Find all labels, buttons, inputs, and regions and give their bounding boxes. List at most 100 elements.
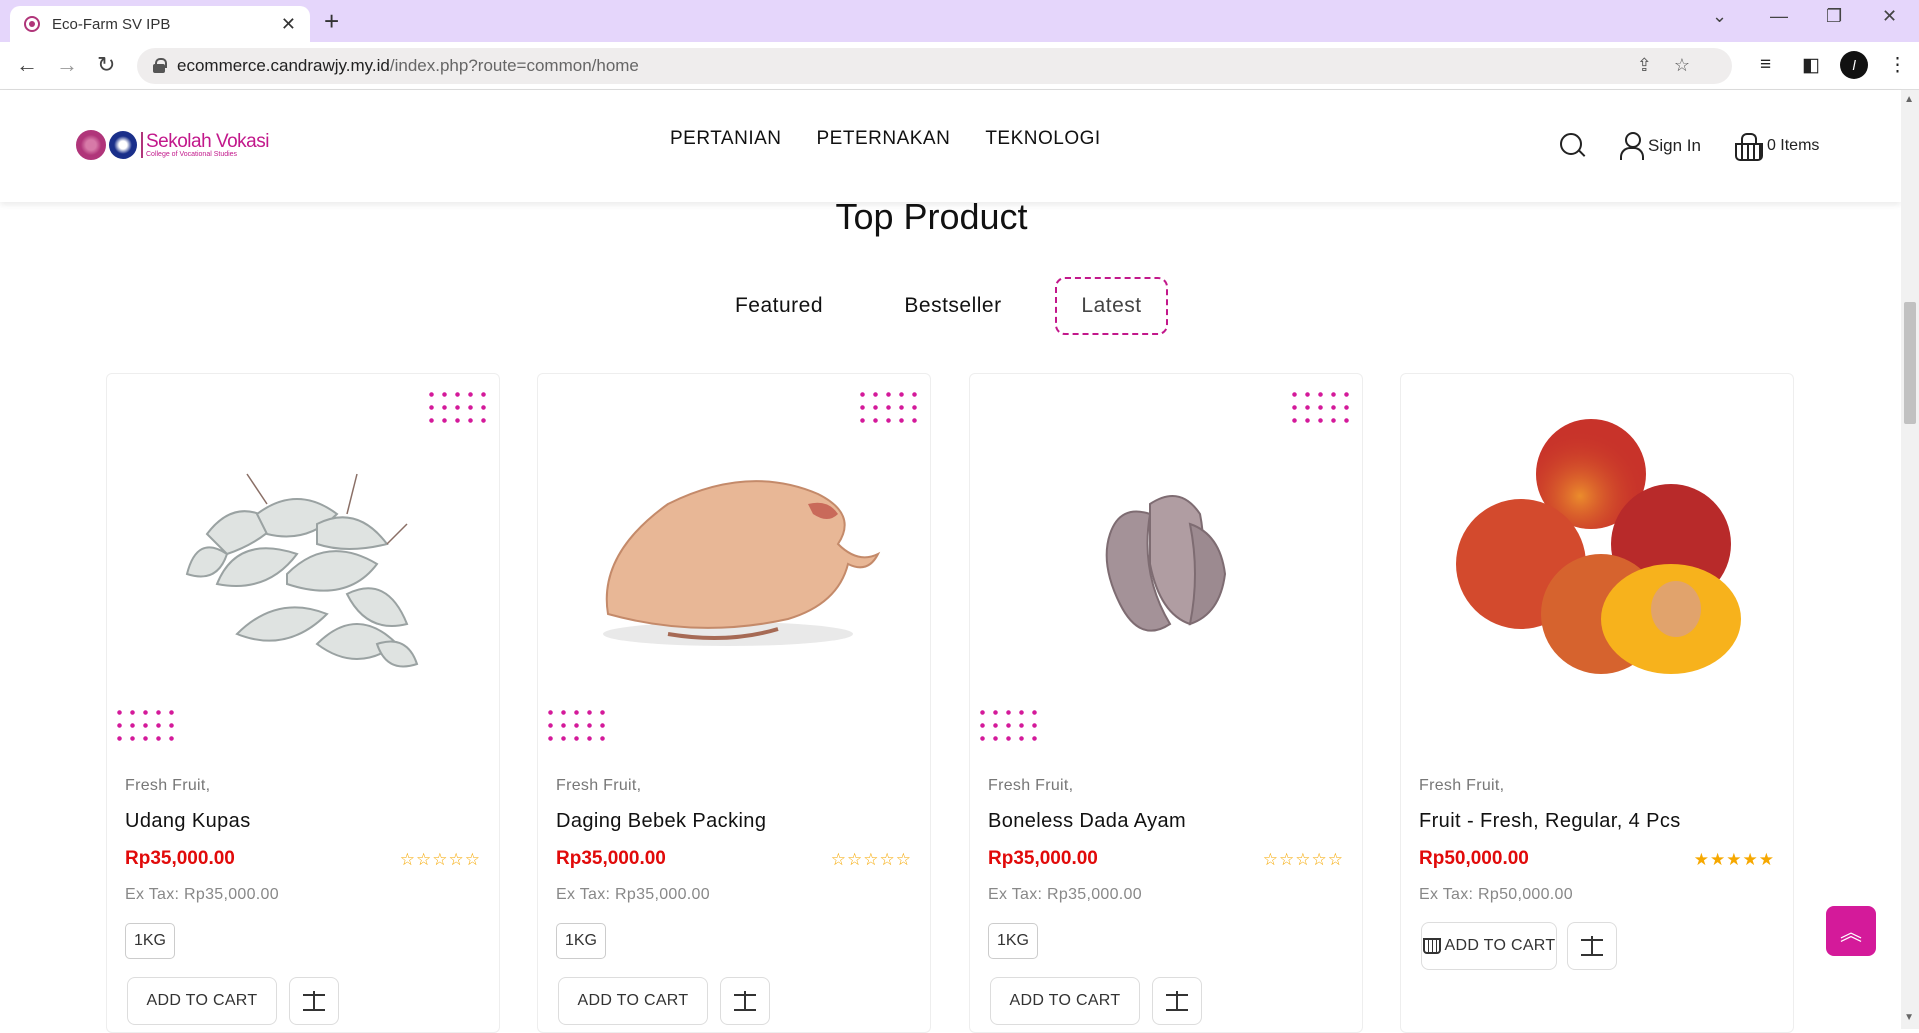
tab-search-icon[interactable]: ⌄ [1712,6,1727,27]
reload-icon[interactable]: ↻ [97,52,115,78]
product-ex-tax: Ex Tax: Rp35,000.00 [125,886,279,903]
product-card[interactable]: Fresh Fruit, Daging Bebek Packing Rp35,0… [537,373,931,1033]
option-1kg[interactable]: 1KG [988,923,1038,959]
product-name[interactable]: Daging Bebek Packing [556,810,766,833]
side-panel-icon[interactable]: ◧ [1802,54,1820,77]
nav-item-teknologi[interactable]: TEKNOLOGI [985,128,1100,150]
rating-stars-icon: ☆☆☆☆☆ [1262,850,1344,869]
product-image-peaches[interactable] [1441,394,1751,694]
decorative-dots [856,388,922,428]
compare-button[interactable] [1152,977,1202,1025]
product-category[interactable]: Fresh Fruit, [1419,777,1504,795]
profile-avatar[interactable]: l [1840,51,1868,79]
user-icon[interactable] [1620,132,1644,160]
forward-icon[interactable]: → [56,52,78,78]
product-category[interactable]: Fresh Fruit, [556,777,641,795]
url-host: ecommerce.candrawjy.my.id [177,56,390,75]
scale-icon [734,991,756,1011]
product-ex-tax: Ex Tax: Rp35,000.00 [988,886,1142,903]
product-card[interactable]: Fresh Fruit, Udang Kupas Rp35,000.00 ☆☆☆… [106,373,500,1033]
nav-item-peternakan[interactable]: PETERNAKAN [817,128,951,150]
add-to-cart-label: ADD TO CART [1444,937,1556,954]
product-price: Rp35,000.00 [556,848,666,869]
restore-button[interactable]: ❐ [1826,6,1842,27]
add-to-cart-button[interactable]: ADD TO CART [1421,922,1557,970]
option-1kg[interactable]: 1KG [556,923,606,959]
page-scrollbar[interactable]: ▲ ▼ [1901,90,1919,1029]
logo-name: Sekolah Vokasi [146,131,269,152]
tab-featured[interactable]: Featured [718,277,840,335]
product-card[interactable]: Fresh Fruit, Fruit - Fresh, Regular, 4 P… [1400,373,1794,1033]
share-and-bookmark-icons[interactable]: ⇪☆ [1637,55,1712,76]
lock-icon[interactable] [153,58,167,73]
add-to-cart-button[interactable]: ADD TO CART [558,977,708,1025]
product-tabs: Featured Bestseller Latest [0,277,1901,337]
back-to-top-button[interactable]: ︽ [1826,906,1876,956]
product-ex-tax: Ex Tax: Rp35,000.00 [556,886,710,903]
decorative-dots [1288,388,1354,428]
logo-text: Sekolah Vokasi College of Vocational Stu… [141,132,269,158]
scale-icon [1581,936,1603,956]
add-to-cart-button[interactable]: ADD TO CART [127,977,277,1025]
browser-tab[interactable]: Eco-Farm SV IPB ✕ [10,6,310,42]
product-category[interactable]: Fresh Fruit, [125,777,210,795]
tab-latest[interactable]: Latest [1055,277,1168,335]
product-image-chicken-breast[interactable] [1010,444,1320,684]
scale-icon [303,991,325,1011]
scroll-down-icon[interactable]: ▼ [1904,1012,1914,1023]
tab-close-button[interactable]: ✕ [281,14,296,35]
basket-icon [1422,938,1441,954]
decorative-dots [976,706,1042,746]
favicon-icon [24,16,40,32]
browser-toolbar: ← → ↻ ecommerce.candrawjy.my.id/index.ph… [0,42,1919,90]
compare-button[interactable] [1567,922,1617,970]
add-to-cart-button[interactable]: ADD TO CART [990,977,1140,1025]
back-icon[interactable]: ← [16,52,38,78]
cart-count[interactable]: 0 Items [1767,137,1819,155]
sv-seal-icon [109,131,137,159]
site-logo[interactable]: Sekolah Vokasi College of Vocational Stu… [76,130,269,160]
browser-tabbar: Eco-Farm SV IPB ✕ + ⌄ — ❐ ✕ [0,0,1919,42]
section-title: Top Product [0,196,1901,238]
option-1kg[interactable]: 1KG [125,923,175,959]
compare-button[interactable] [720,977,770,1025]
scroll-up-icon[interactable]: ▲ [1904,94,1914,105]
logo-sub: College of Vocational Studies [146,151,238,158]
tab-title: Eco-Farm SV IPB [52,15,171,33]
ipb-seal-icon [76,130,106,160]
nav-item-pertanian[interactable]: PERTANIAN [670,128,782,150]
new-tab-button[interactable]: + [324,6,339,36]
product-price: Rp35,000.00 [988,848,1098,869]
sign-in-link[interactable]: Sign In [1648,136,1701,156]
address-bar[interactable]: ecommerce.candrawjy.my.id/index.php?rout… [137,48,1732,84]
site-header: Sekolah Vokasi College of Vocational Stu… [0,90,1901,202]
media-icon[interactable]: ≡ [1760,54,1771,76]
product-price: Rp50,000.00 [1419,848,1529,869]
section-title-text: Top Product [835,196,1028,237]
rating-stars-icon: ☆☆☆☆☆ [830,850,912,869]
product-name[interactable]: Boneless Dada Ayam [988,810,1186,833]
main-nav: PERTANIAN PETERNAKAN TEKNOLOGI [670,128,1101,150]
rating-stars-icon: ☆☆☆☆☆ [399,850,481,869]
menu-icon[interactable]: ⋮ [1888,54,1907,77]
decorative-dots [113,706,179,746]
basket-icon[interactable] [1733,133,1763,161]
close-window-button[interactable]: ✕ [1882,6,1897,27]
url-path: /index.php?route=common/home [389,56,639,75]
minimize-button[interactable]: — [1770,6,1788,27]
rating-stars-icon: ★★★★★ [1693,850,1775,869]
tab-bestseller[interactable]: Bestseller [888,277,1018,335]
product-image-shrimp[interactable] [147,444,457,684]
product-card[interactable]: Fresh Fruit, Boneless Dada Ayam Rp35,000… [969,373,1363,1033]
compare-button[interactable] [289,977,339,1025]
product-price: Rp35,000.00 [125,848,235,869]
product-category[interactable]: Fresh Fruit, [988,777,1073,795]
scale-icon [1166,991,1188,1011]
product-image-duck[interactable] [578,444,888,684]
search-icon[interactable] [1560,133,1586,159]
decorative-dots [425,388,491,428]
product-name[interactable]: Udang Kupas [125,810,251,833]
product-name[interactable]: Fruit - Fresh, Regular, 4 Pcs [1419,810,1681,833]
decorative-dots [544,706,610,746]
scrollbar-thumb[interactable] [1904,302,1916,424]
